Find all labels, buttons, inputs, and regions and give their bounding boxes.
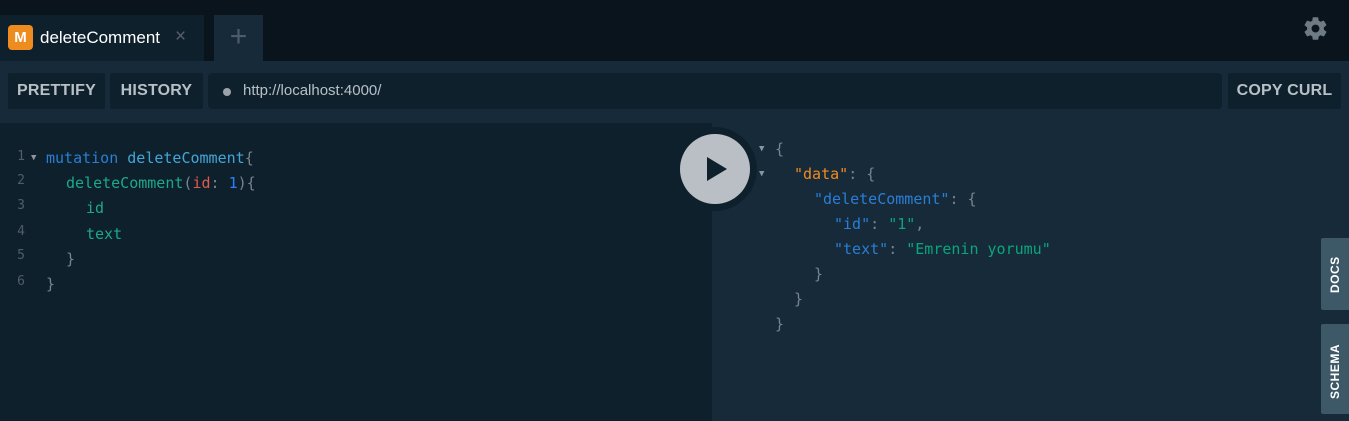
line-number: 3 xyxy=(17,198,25,213)
code-line: } xyxy=(66,248,75,270)
copy-curl-button[interactable]: COPY CURL xyxy=(1228,73,1341,109)
punctuation: : xyxy=(888,240,907,258)
argument-name: id xyxy=(192,174,211,192)
fold-arrow-icon[interactable]: ▼ xyxy=(759,138,764,160)
json-key: "deleteComment" xyxy=(814,190,950,208)
fold-arrow-icon[interactable]: ▼ xyxy=(31,147,36,169)
endpoint-url: http://localhost:4000/ xyxy=(243,82,382,99)
docs-label: DOCS xyxy=(1328,256,1342,293)
fold-arrow-icon[interactable]: ▼ xyxy=(759,163,764,185)
tab-delete-comment[interactable]: M deleteComment × xyxy=(0,15,204,61)
punctuation: } xyxy=(814,265,824,283)
result-line: } xyxy=(794,288,803,310)
json-string: "1" xyxy=(888,215,916,233)
endpoint-url-input[interactable]: http://localhost:4000/ xyxy=(208,73,1222,109)
punctuation: : xyxy=(210,174,229,192)
mutation-badge: M xyxy=(8,25,33,50)
status-dot-icon xyxy=(223,88,231,96)
result-line: { xyxy=(775,138,784,160)
docs-tab[interactable]: DOCS xyxy=(1321,238,1349,310)
punctuation: , xyxy=(915,215,925,233)
code-line: id xyxy=(86,197,104,219)
result-line: "text": "Emrenin yorumu" xyxy=(834,238,1051,260)
punctuation: } xyxy=(46,275,56,293)
json-key: "data" xyxy=(794,165,849,183)
history-button[interactable]: HISTORY xyxy=(110,73,203,109)
punctuation: : xyxy=(949,190,968,208)
line-number: 1 xyxy=(17,149,25,164)
schema-label: SCHEMA xyxy=(1328,343,1342,399)
result-line: "deleteComment": { xyxy=(814,188,977,210)
play-icon xyxy=(707,157,727,181)
add-tab-button[interactable]: + xyxy=(214,15,263,61)
punctuation: : xyxy=(848,165,867,183)
toolbar: PRETTIFY HISTORY http://localhost:4000/ … xyxy=(0,61,1349,123)
punctuation: { xyxy=(775,140,785,158)
punctuation: { xyxy=(866,165,876,183)
argument-value: 1 xyxy=(228,174,238,192)
field-name: text xyxy=(86,225,123,243)
code-line: mutation deleteComment{ xyxy=(46,147,254,169)
code-line: deleteComment(id: 1){ xyxy=(66,172,256,194)
json-string: "Emrenin yorumu" xyxy=(906,240,1051,258)
code-line: text xyxy=(86,223,122,245)
line-number: 4 xyxy=(17,224,25,239)
result-line: } xyxy=(775,313,784,335)
query-editor[interactable]: 1 2 3 4 5 6 ▼ mutation deleteComment{ de… xyxy=(0,123,712,421)
line-number: 6 xyxy=(17,274,25,289)
json-key: "id" xyxy=(834,215,871,233)
result-panel: ▼ ▼ { "data": { "deleteComment": { "id":… xyxy=(712,123,1349,421)
tab-bar: M deleteComment × + xyxy=(0,0,1349,61)
close-icon[interactable]: × xyxy=(175,26,186,48)
operation-name: deleteComment xyxy=(127,149,245,167)
result-line: } xyxy=(814,263,823,285)
punctuation: } xyxy=(794,290,804,308)
gear-icon[interactable] xyxy=(1302,15,1329,42)
keyword: mutation xyxy=(46,149,119,167)
punctuation: { xyxy=(967,190,977,208)
result-line: "id": "1", xyxy=(834,213,924,235)
punctuation: } xyxy=(66,250,76,268)
line-number: 5 xyxy=(17,248,25,263)
field-name: deleteComment xyxy=(66,174,184,192)
punctuation: } xyxy=(775,315,785,333)
result-line: "data": { xyxy=(794,163,875,185)
schema-tab[interactable]: SCHEMA xyxy=(1321,324,1349,414)
punctuation: : xyxy=(870,215,889,233)
tab-title: deleteComment xyxy=(40,28,161,47)
execute-query-button[interactable] xyxy=(680,134,750,204)
punctuation: { xyxy=(244,149,254,167)
code-line: } xyxy=(46,273,55,295)
line-number: 2 xyxy=(17,173,25,188)
field-name: id xyxy=(86,199,105,217)
punctuation: ){ xyxy=(237,174,256,192)
prettify-button[interactable]: PRETTIFY xyxy=(8,73,105,109)
json-key: "text" xyxy=(834,240,889,258)
